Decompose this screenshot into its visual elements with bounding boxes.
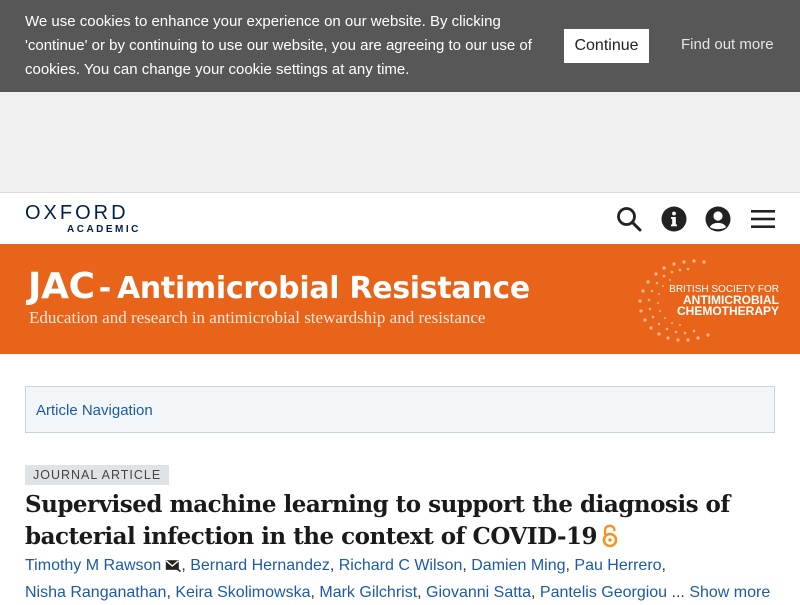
- author-link[interactable]: Richard C Wilson: [339, 557, 463, 574]
- author-link[interactable]: Nisha Ranganathan: [25, 584, 166, 601]
- site-header: OXFORD ACADEMIC: [0, 192, 800, 244]
- cookie-continue-button[interactable]: Continue: [564, 29, 649, 63]
- article-navigation-label[interactable]: Article Navigation: [36, 402, 153, 419]
- author-link[interactable]: Bernard Hernandez: [190, 557, 330, 574]
- journal-title-separator: -: [98, 271, 111, 306]
- society-line-3: CHEMOTHERAPY: [676, 304, 779, 318]
- user-icon[interactable]: [705, 206, 731, 232]
- cookie-find-out-more-link[interactable]: Find out more: [681, 36, 774, 53]
- cookie-banner: We use cookies to enhance your experienc…: [0, 0, 800, 92]
- show-more-authors-link[interactable]: Show more: [689, 584, 770, 601]
- author-link[interactable]: Pantelis Georgiou: [540, 584, 667, 601]
- journal-title-main: Antimicrobial Resistance: [116, 271, 530, 306]
- author-link[interactable]: Damien Ming: [471, 557, 565, 574]
- journal-title-prefix: JAC: [28, 266, 95, 307]
- author-list: Timothy M Rawson, Bernard Hernandez, Ric…: [25, 555, 771, 601]
- journal-subtitle: Education and research in antimicrobial …: [29, 308, 486, 327]
- advertisement-area: [0, 92, 800, 192]
- article-type-badge: JOURNAL ARTICLE: [25, 465, 170, 485]
- cookie-message: We use cookies to enhance your experienc…: [25, 13, 532, 78]
- oxford-academic-logo[interactable]: OXFORD ACADEMIC: [25, 203, 141, 235]
- article-title: Supervised machine learning to support t…: [25, 489, 745, 557]
- article-title-text: Supervised machine learning to support t…: [25, 491, 730, 550]
- author-link[interactable]: Keira Skolimowska: [175, 584, 310, 601]
- author-link[interactable]: Mark Gilchrist: [319, 584, 417, 601]
- menu-icon[interactable]: [750, 206, 776, 232]
- article-navigation[interactable]: Article Navigation: [25, 386, 775, 433]
- society-logo-text[interactable]: BRITISH SOCIETY FOR ANTIMICROBIAL CHEMOT…: [639, 284, 779, 317]
- author-link[interactable]: Giovanni Satta: [426, 584, 531, 601]
- author-link[interactable]: Pau Herrero: [574, 557, 661, 574]
- envelope-icon[interactable]: [165, 555, 182, 580]
- logo-main-text: OXFORD: [25, 202, 129, 224]
- logo-sub-text: ACADEMIC: [67, 224, 141, 235]
- info-icon[interactable]: [661, 206, 687, 232]
- author-ellipsis: ...: [671, 584, 685, 601]
- journal-title: JAC - Antimicrobial Resistance: [28, 266, 530, 307]
- author-link[interactable]: Timothy M Rawson: [25, 557, 161, 574]
- search-icon[interactable]: [616, 206, 642, 232]
